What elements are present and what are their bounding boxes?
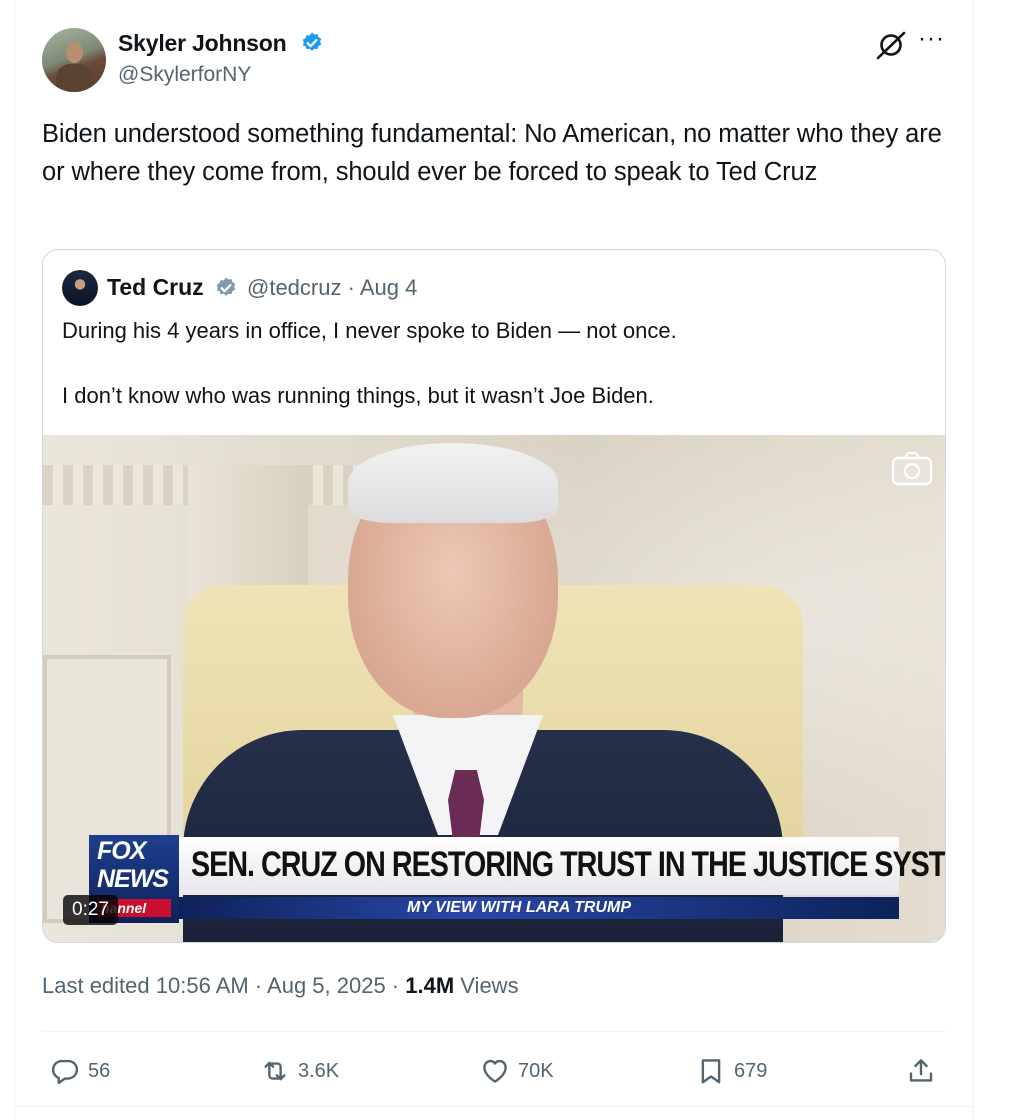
- quoted-text-line-2: I don’t know who was running things, but…: [62, 383, 654, 408]
- repost-icon: [264, 1061, 286, 1081]
- logo-news-text: NEWS: [97, 865, 169, 893]
- headline-banner: SEN. CRUZ ON RESTORING TRUST IN THE JUST…: [179, 837, 945, 895]
- repost-button[interactable]: 3.6K: [260, 1055, 339, 1087]
- views-label: Views: [454, 973, 519, 998]
- avatar-head: [66, 42, 83, 63]
- video-hair: [348, 443, 558, 523]
- repost-count: 3.6K: [298, 1059, 340, 1082]
- author-name[interactable]: Skyler Johnson: [118, 30, 287, 57]
- reply-icon: [51, 1059, 79, 1085]
- video-player[interactable]: FOX NEWS hannel SEN. CRUZ ON RESTORING T…: [43, 435, 945, 942]
- show-strip: MY VIEW WITH LARA TRUMP: [179, 897, 899, 919]
- logo-fox-text: FOX: [97, 837, 146, 865]
- avatar-body: [56, 64, 92, 92]
- news-lower-third: FOX NEWS hannel SEN. CRUZ ON RESTORING T…: [89, 835, 945, 923]
- bottom-border: [14, 1106, 974, 1107]
- grok-icon[interactable]: [874, 30, 908, 60]
- author-avatar[interactable]: [42, 28, 106, 92]
- views-count: 1.4M: [405, 973, 455, 998]
- quoted-text-line-1: During his 4 years in office, I never sp…: [62, 318, 677, 343]
- camera-icon[interactable]: [891, 450, 933, 486]
- bookmark-button[interactable]: 679: [696, 1055, 767, 1087]
- left-rail-border: [14, 0, 15, 1120]
- like-button[interactable]: 70K: [480, 1055, 554, 1087]
- like-count: 70K: [518, 1059, 554, 1082]
- actions-divider: [42, 1031, 946, 1032]
- share-icon: [909, 1059, 933, 1082]
- bookmark-count: 679: [734, 1059, 768, 1082]
- quoted-author-meta: @tedcruz · Aug 4: [247, 275, 418, 300]
- headline-text: SEN. CRUZ ON RESTORING TRUST IN THE JUST…: [191, 845, 946, 884]
- quoted-tweet-card[interactable]: Ted Cruz @tedcruz · Aug 4 During his 4 y…: [42, 249, 946, 943]
- quoted-author-name[interactable]: Ted Cruz: [107, 274, 204, 301]
- share-button[interactable]: [906, 1055, 944, 1087]
- verified-badge-icon: [216, 277, 236, 296]
- tweet-metadata: Last edited 10:56 AM · Aug 5, 2025 · 1.4…: [42, 973, 519, 999]
- quoted-tweet-text: During his 4 years in office, I never sp…: [62, 314, 922, 412]
- edited-timestamp[interactable]: Last edited 10:56 AM · Aug 5, 2025 ·: [42, 973, 405, 998]
- quoted-author-avatar[interactable]: [62, 270, 98, 306]
- author-handle[interactable]: @SkylerforNY: [118, 63, 251, 87]
- tweet-text: Biden understood something fundamental: …: [42, 120, 942, 186]
- more-icon[interactable]: ···: [918, 27, 946, 58]
- bookmark-icon: [701, 1059, 721, 1084]
- reply-button[interactable]: 56: [50, 1055, 110, 1087]
- reply-count: 56: [88, 1059, 111, 1082]
- video-duration-badge: 0:27: [63, 895, 118, 925]
- verified-badge-icon: [302, 32, 322, 51]
- right-rail-border: [973, 0, 974, 1120]
- like-icon: [483, 1059, 507, 1083]
- show-strip-text: MY VIEW WITH LARA TRUMP: [407, 899, 631, 916]
